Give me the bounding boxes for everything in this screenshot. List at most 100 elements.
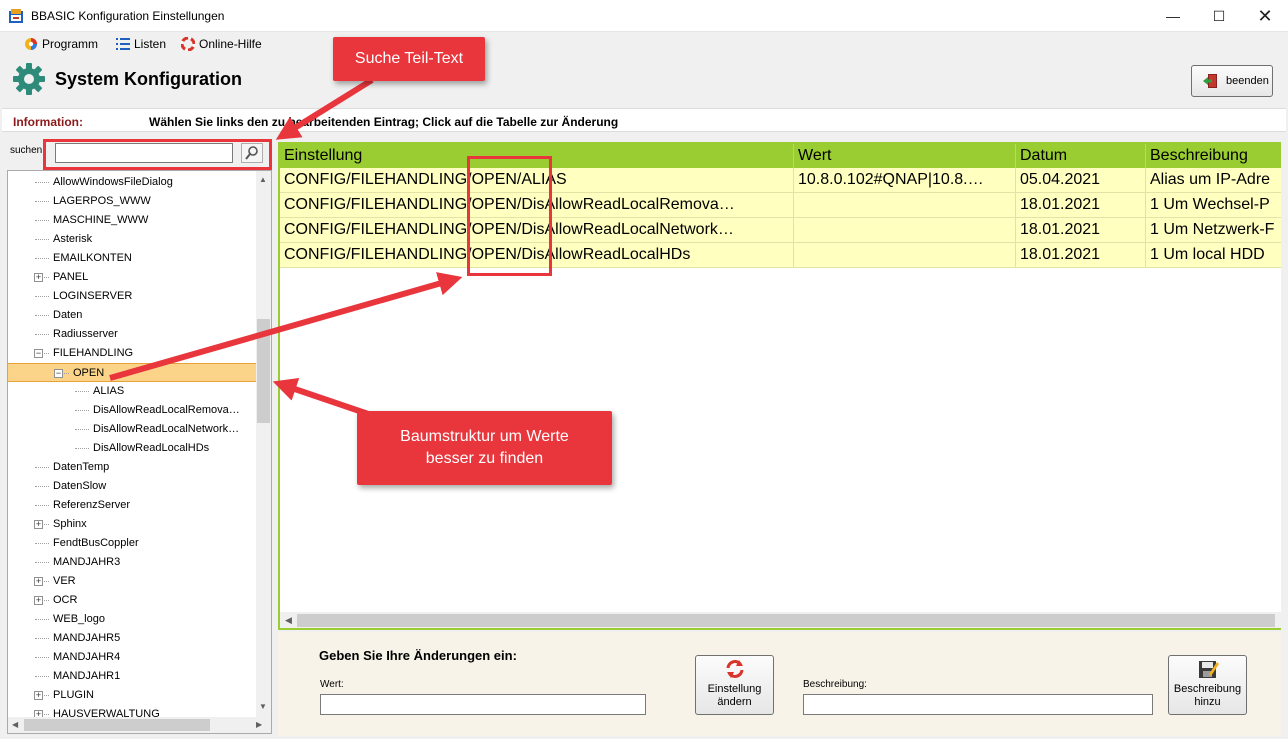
menu-bar: Programm Listen Online-Hilfe [0,32,1288,54]
cell-beschreibung: Alias um IP-Adre [1146,168,1281,192]
collapse-icon[interactable]: − [54,369,63,378]
tree-item[interactable]: DatenTemp [8,458,256,477]
tree-item-label: Daten [53,309,83,321]
expand-icon[interactable]: + [34,520,43,529]
program-icon [25,38,37,50]
table-hscroll-thumb[interactable] [297,614,1275,627]
tree-connector [35,182,49,183]
tree-item[interactable]: MANDJAHR1 [8,667,256,686]
tree-connector [75,410,89,411]
column-header-beschreibung[interactable]: Beschreibung [1146,144,1281,168]
expand-icon[interactable]: + [34,691,43,700]
tree-item[interactable]: LOGINSERVER [8,287,256,306]
scroll-left-icon[interactable]: ◀ [285,615,292,626]
tree-item[interactable]: DisAllowReadLocalNetwork… [8,420,256,439]
add-description-label-1: Beschreibung [1173,683,1242,695]
tree-connector [35,334,49,335]
column-header-wert[interactable]: Wert [794,144,1016,168]
minimize-button[interactable]: — [1150,0,1196,32]
cell-wert [794,243,1016,267]
tree-item[interactable]: FendtBusCoppler [8,534,256,553]
menu-listen[interactable]: Listen [116,35,166,53]
tree-vertical-scrollbar[interactable]: ▲ ▼ [256,171,271,717]
tree-item[interactable]: − OPEN [8,363,256,382]
cell-beschreibung: 1 Um Netzwerk-F [1146,218,1281,242]
tree-item[interactable]: + PLUGIN [8,686,256,705]
beschreibung-input[interactable] [803,694,1153,715]
close-icon: ✕ [1257,5,1273,26]
tree-item-label: FILEHANDLING [53,347,134,359]
settings-table[interactable]: Einstellung Wert Datum Beschreibung CONF… [278,142,1281,630]
scroll-left-icon[interactable]: ◀ [12,720,18,729]
exit-button[interactable]: beenden [1191,65,1273,97]
menu-online-hilfe[interactable]: Online-Hilfe [181,35,262,53]
tree-connector [75,429,89,430]
tree-hscroll-thumb[interactable] [24,719,210,731]
tree-item-label: OCR [53,594,78,606]
cell-beschreibung: 1 Um Wechsel-P [1146,193,1281,217]
table-row[interactable]: CONFIG/FILEHANDLING/OPEN/DisAllowReadLoc… [280,243,1281,268]
tree-item[interactable]: + Sphinx [8,515,256,534]
tree-connector [35,239,49,240]
gear-icon [13,63,45,95]
tree-item[interactable]: DisAllowReadLocalRemova… [8,401,256,420]
tree-item[interactable]: Radiusserver [8,325,256,344]
tree-item[interactable]: ReferenzServer [8,496,256,515]
tree-item-label: DisAllowReadLocalRemova… [93,404,240,416]
menu-programm[interactable]: Programm [24,35,98,53]
tree-connector [35,467,49,468]
tree-connector [35,619,49,620]
tree-item[interactable]: MANDJAHR4 [8,648,256,667]
cell-wert: 10.8.0.102#QNAP|10.8.… [794,168,1016,192]
tree-connector [35,296,49,297]
table-row[interactable]: CONFIG/FILEHANDLING/OPEN/DisAllowReadLoc… [280,218,1281,243]
tree-item[interactable]: Asterisk [8,230,256,249]
tree-item[interactable]: MASCHINE_WWW [8,211,256,230]
tree-item[interactable]: + VER [8,572,256,591]
tree-item[interactable]: − FILEHANDLING [8,344,256,363]
tree-item[interactable]: + PANEL [8,268,256,287]
exit-button-label: beenden [1226,75,1269,87]
tree-item[interactable]: EMAILKONTEN [8,249,256,268]
tree-scroll-thumb[interactable] [257,319,270,423]
tree-horizontal-scrollbar[interactable]: ◀ ▶ [8,717,271,733]
close-button[interactable]: ✕ [1242,0,1288,32]
save-edit-icon [1198,661,1219,678]
tree-item[interactable]: MANDJAHR5 [8,629,256,648]
tree-item[interactable]: Daten [8,306,256,325]
maximize-button[interactable]: ☐ [1196,0,1242,32]
tree-connector [35,258,49,259]
title-bar: BBASIC Konfiguration Einstellungen — ☐ ✕ [0,0,1288,32]
tree-connector [35,505,49,506]
config-tree[interactable]: + HAUSVERWALTUNG + PLUGIN MANDJAHR1 MANDJAHR4… [7,170,272,734]
tree-item[interactable]: ALIAS [8,382,256,401]
tree-item[interactable]: + OCR [8,591,256,610]
wert-input[interactable] [320,694,646,715]
tree-item[interactable]: AllowWindowsFileDialog [8,173,256,192]
edit-title: Geben Sie Ihre Änderungen ein: [319,648,517,663]
exit-icon [1203,74,1217,88]
table-horizontal-scrollbar[interactable]: ◀ [280,612,1281,628]
change-setting-button[interactable]: Einstellung ändern [695,655,774,715]
scroll-down-icon[interactable]: ▼ [259,702,267,711]
search-highlight-box [43,139,272,170]
table-row[interactable]: CONFIG/FILEHANDLING/OPEN/ALIAS 10.8.0.10… [280,168,1281,193]
add-description-button[interactable]: Beschreibung hinzu [1168,655,1247,715]
tree-item[interactable]: DatenSlow [8,477,256,496]
scroll-right-icon[interactable]: ▶ [256,720,262,729]
tree-item[interactable]: DisAllowReadLocalHDs [8,439,256,458]
expand-icon[interactable]: + [34,596,43,605]
collapse-icon[interactable]: − [34,349,43,358]
tree-item-label: VER [53,575,76,587]
tree-connector [35,315,49,316]
tree-callout-line-2: besser zu finden [425,450,544,467]
page-header: System Konfiguration beenden [0,54,1288,106]
tree-item[interactable]: MANDJAHR3 [8,553,256,572]
tree-item[interactable]: WEB_logo [8,610,256,629]
table-row[interactable]: CONFIG/FILEHANDLING/OPEN/DisAllowReadLoc… [280,193,1281,218]
expand-icon[interactable]: + [34,577,43,586]
tree-item[interactable]: LAGERPOS_WWW [8,192,256,211]
scroll-up-icon[interactable]: ▲ [259,175,267,184]
column-header-datum[interactable]: Datum [1016,144,1146,168]
expand-icon[interactable]: + [34,273,43,282]
